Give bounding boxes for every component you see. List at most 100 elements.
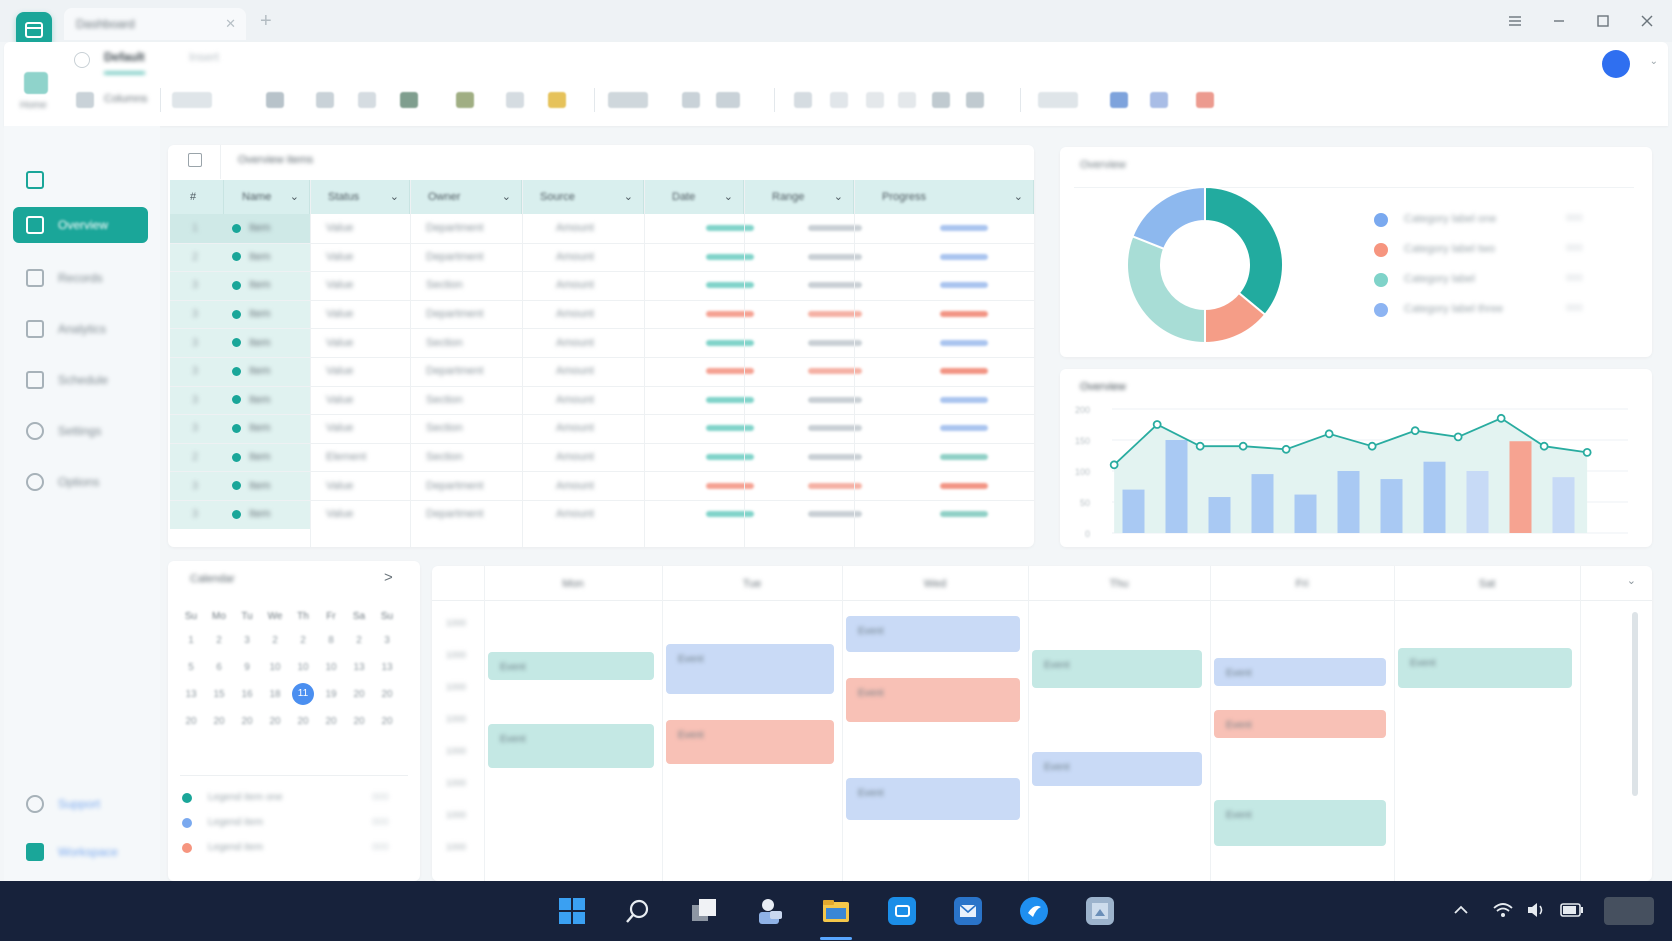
sidebar-item-schedule[interactable]: Schedule xyxy=(13,362,148,398)
calendar-day[interactable]: 8 xyxy=(320,635,342,646)
grid-column-header[interactable]: Progress ⌄ xyxy=(854,180,1034,214)
sidebar-item-workspace[interactable]: Workspace xyxy=(13,834,148,870)
donut-slice[interactable] xyxy=(1126,234,1206,345)
calendar-day[interactable]: 3 xyxy=(236,635,258,646)
schedule-event[interactable]: Event xyxy=(1032,752,1202,786)
bar[interactable] xyxy=(1552,477,1575,533)
table-row[interactable]: 3 Item Value Section Amount xyxy=(170,271,1034,300)
table-row[interactable]: 3 Item Value Section Amount xyxy=(170,328,1034,357)
grid-column-header[interactable]: Owner ⌄ xyxy=(410,180,522,214)
schedule-event[interactable]: Event xyxy=(846,616,1020,652)
calendar-day[interactable]: 2 xyxy=(264,635,286,646)
chevron-down-icon[interactable]: ⌄ xyxy=(290,190,299,203)
bar[interactable] xyxy=(1208,497,1231,533)
calendar-day[interactable]: 5 xyxy=(180,662,202,673)
schedule-event[interactable]: Event xyxy=(488,652,654,680)
chevron-down-icon[interactable]: ⌄ xyxy=(834,190,843,203)
calendar-day[interactable]: 18 xyxy=(264,689,286,700)
bar[interactable] xyxy=(1122,489,1145,533)
wifi-icon[interactable] xyxy=(1492,901,1514,922)
table-tool-icon[interactable] xyxy=(716,92,740,108)
schedule-event[interactable]: Event xyxy=(488,724,654,768)
table-row[interactable]: 3 Item Value Section Amount xyxy=(170,385,1034,415)
line-point[interactable] xyxy=(1195,441,1205,451)
columns-icon[interactable] xyxy=(76,92,94,108)
line-point[interactable] xyxy=(1324,429,1334,439)
teams-icon[interactable] xyxy=(756,897,784,925)
sidebar-item-analytics[interactable]: Analytics xyxy=(13,311,148,347)
schedule-event[interactable]: Event xyxy=(1032,650,1202,688)
bar[interactable] xyxy=(1337,471,1360,533)
table-row[interactable]: 3 Item Value Section Amount xyxy=(170,414,1034,443)
store-icon[interactable] xyxy=(888,897,916,925)
volume-icon[interactable] xyxy=(1526,901,1548,922)
start-icon[interactable] xyxy=(558,897,586,925)
search-icon[interactable] xyxy=(624,897,652,925)
calendar-day[interactable]: 16 xyxy=(236,689,258,700)
line-point[interactable] xyxy=(1410,426,1420,436)
day-header[interactable]: Sat xyxy=(1467,578,1507,590)
sidebar-item-records[interactable]: Records xyxy=(13,260,148,296)
grid-column-header[interactable]: # xyxy=(170,180,224,214)
chevron-down-icon[interactable]: ⌄ xyxy=(1014,190,1023,203)
day-header[interactable]: Fri xyxy=(1282,578,1322,590)
calendar-day[interactable]: 15 xyxy=(208,689,230,700)
calendar-day[interactable]: 13 xyxy=(348,662,370,673)
share-icon[interactable] xyxy=(1110,92,1128,108)
undo-icon[interactable] xyxy=(794,92,812,108)
table-row[interactable]: 2 Item Value Department Amount xyxy=(170,242,1034,272)
new-tab-button[interactable]: + xyxy=(260,10,272,33)
filter-icon[interactable] xyxy=(866,92,884,108)
more-tools-icon[interactable] xyxy=(1038,92,1078,108)
layout-icon[interactable] xyxy=(316,92,334,108)
calendar-day[interactable]: 20 xyxy=(180,716,202,727)
day-header[interactable]: Tue xyxy=(732,578,772,590)
table-row[interactable]: 3 Item Value Department Amount xyxy=(170,299,1034,329)
tab-insert[interactable]: Insert xyxy=(189,50,219,64)
collapse-chevron-icon[interactable]: ⌄ xyxy=(1627,574,1636,587)
line-point[interactable] xyxy=(1238,441,1248,451)
calendar-day[interactable]: 10 xyxy=(292,662,314,673)
calendar-day[interactable]: 6 xyxy=(208,662,230,673)
chevron-down-icon[interactable]: ⌄ xyxy=(390,190,399,203)
calendar-day[interactable]: 20 xyxy=(348,716,370,727)
schedule-event[interactable]: Event xyxy=(666,720,834,764)
chevron-down-icon[interactable]: ⌄ xyxy=(724,190,733,203)
account-chevron-icon[interactable]: ⌄ xyxy=(1650,56,1658,67)
table-row[interactable]: 2 Item Element Section Amount xyxy=(170,442,1034,472)
cloud-icon[interactable] xyxy=(1150,92,1168,108)
minimize-icon[interactable] xyxy=(1544,8,1574,34)
highlight-icon[interactable] xyxy=(548,92,566,108)
schedule-event[interactable]: Event xyxy=(666,644,834,694)
line-point[interactable] xyxy=(1539,441,1549,451)
sort-icon[interactable] xyxy=(830,92,848,108)
browser-icon[interactable] xyxy=(1020,897,1048,925)
bar[interactable] xyxy=(1251,474,1274,533)
line-point[interactable] xyxy=(1281,444,1291,454)
grid-column-header[interactable]: Date ⌄ xyxy=(644,180,744,214)
bar[interactable] xyxy=(1380,479,1403,533)
table-row[interactable]: 3 Item Value Department Amount xyxy=(170,357,1034,386)
sidebar-item-settings[interactable]: Settings xyxy=(13,413,148,449)
schedule-event[interactable]: Event xyxy=(1214,800,1386,846)
grid-column-header[interactable]: Source ⌄ xyxy=(522,180,644,214)
calendar-day[interactable]: 1 xyxy=(180,635,202,646)
calendar-day[interactable]: 20 xyxy=(320,716,342,727)
sidebar-item-grid[interactable] xyxy=(13,162,148,198)
calendar-day[interactable]: 10 xyxy=(320,662,342,673)
calendar-next-button[interactable]: > xyxy=(384,569,393,586)
calendar-day[interactable]: 3 xyxy=(376,635,398,646)
line-point[interactable] xyxy=(1367,441,1377,451)
calendar-day[interactable]: 2 xyxy=(208,635,230,646)
calendar-day[interactable]: 2 xyxy=(348,635,370,646)
format-icon[interactable] xyxy=(172,92,212,108)
link-icon[interactable] xyxy=(608,92,648,108)
chevron-down-icon[interactable]: ⌄ xyxy=(624,190,633,203)
schedule-event[interactable]: Event xyxy=(846,778,1020,820)
tab-default[interactable]: Default xyxy=(104,50,145,74)
calendar-day[interactable]: 20 xyxy=(376,689,398,700)
sidebar-item-options[interactable]: Options xyxy=(13,464,148,500)
task-view-icon[interactable] xyxy=(690,897,718,925)
grid-tool-icon[interactable] xyxy=(932,92,950,108)
print-icon[interactable] xyxy=(266,92,284,108)
